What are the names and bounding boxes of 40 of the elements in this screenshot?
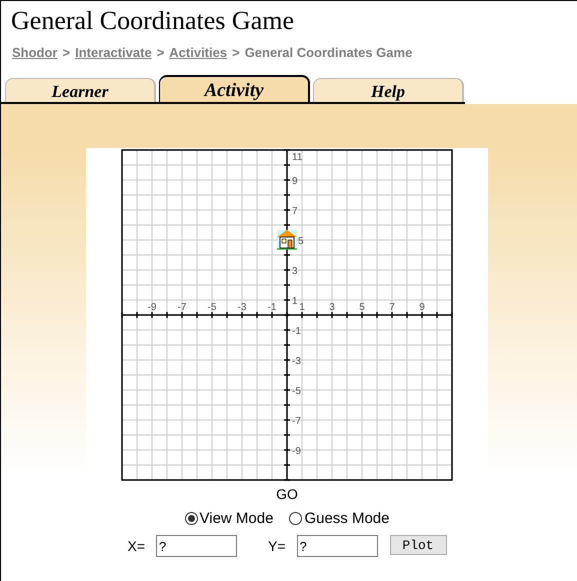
mode-radio[interactable]: View Mode <box>184 508 274 530</box>
tick-label: -7 <box>178 302 186 312</box>
tick-label: -5 <box>292 386 301 396</box>
tick-label: 7 <box>292 206 298 216</box>
tick-label: 9 <box>419 302 425 312</box>
coordinate-field[interactable]: ? <box>156 535 237 557</box>
breadcrumb-link[interactable]: Interactivate <box>75 43 152 62</box>
tick-label: -5 <box>208 302 216 312</box>
tick-label: 1 <box>299 302 305 312</box>
tick-label: 9 <box>292 176 298 186</box>
breadcrumb-link[interactable]: Shodor <box>12 43 58 62</box>
tick-label: -7 <box>292 416 301 426</box>
tick-label: 3 <box>329 302 335 312</box>
breadcrumb-separator: > <box>156 44 164 62</box>
breadcrumb-link[interactable]: Activities <box>169 43 228 62</box>
tick-label: -9 <box>292 446 301 456</box>
coordinate-label: X= <box>127 536 145 556</box>
tick-label: 3 <box>292 266 298 276</box>
tab[interactable]: Learner <box>5 78 156 102</box>
breadcrumb-separator: > <box>62 44 70 62</box>
breadcrumb-current: General Coordinates Game <box>244 44 412 62</box>
tick-label: -3 <box>238 302 246 312</box>
page-title: General Coordinates Game <box>10 5 296 36</box>
plot-button[interactable]: Plot <box>390 534 447 554</box>
tab[interactable]: Help <box>313 78 464 102</box>
tick-label: -3 <box>292 356 301 366</box>
tick-label: -1 <box>268 302 276 312</box>
coordinate-label: Y= <box>268 536 286 556</box>
mode-radio[interactable]: Guess Mode <box>289 508 390 530</box>
coordinate-field[interactable]: ? <box>296 535 378 557</box>
tick-label: 7 <box>389 302 395 312</box>
tick-label: 1 <box>292 296 298 306</box>
tab[interactable]: Activity <box>159 74 310 102</box>
tick-label: 11 <box>292 152 302 162</box>
tick-label: -9 <box>148 302 156 312</box>
tick-label: -1 <box>292 326 301 336</box>
go-label: GO <box>276 484 298 502</box>
tick-label: 5 <box>298 236 304 246</box>
breadcrumb-separator: > <box>232 44 240 62</box>
tick-label: 5 <box>359 302 365 312</box>
